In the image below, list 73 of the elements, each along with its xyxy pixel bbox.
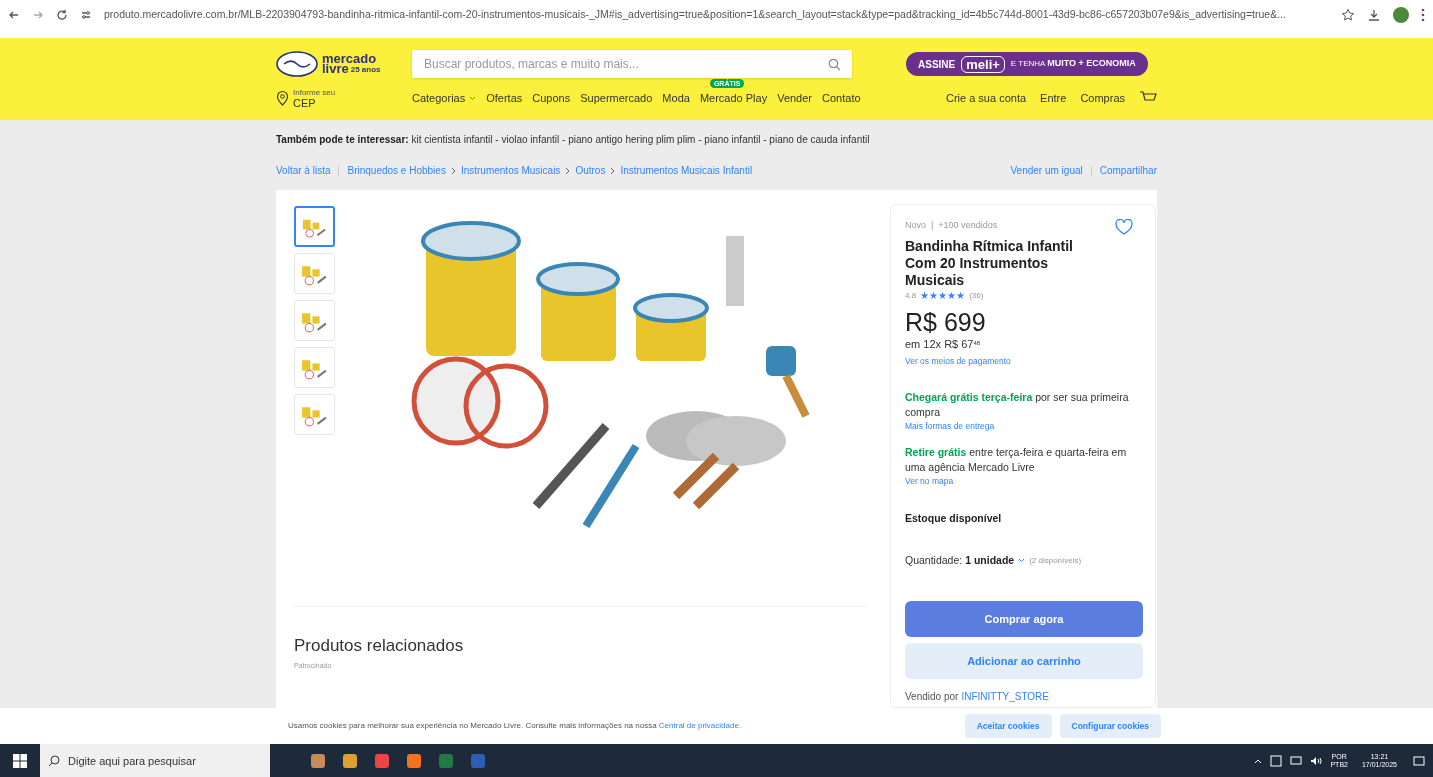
section-heading: Produtos relacionados <box>294 635 465 657</box>
buy-now-button[interactable]: Comprar agora <box>905 600 1143 637</box>
menu-icon[interactable] <box>1421 8 1425 22</box>
nav-link[interactable]: Contato <box>822 89 861 107</box>
chevron-right-icon <box>610 166 616 175</box>
download-icon[interactable] <box>1367 8 1381 22</box>
account-link[interactable]: Crie a sua conta <box>945 89 1027 107</box>
seller-link[interactable]: INFINITTY_STORE <box>961 688 1049 704</box>
reload-icon[interactable] <box>56 9 68 21</box>
payment-methods-link[interactable]: Ver os meios de pagamento <box>905 355 1141 368</box>
price: R$ 699 <box>905 307 987 336</box>
location-selector[interactable]: Informe seu CEP <box>276 88 412 108</box>
seller-label: Vendido por <box>905 689 959 704</box>
chevron-right-icon <box>565 166 571 175</box>
anniversary-label: 25 anos <box>350 65 381 74</box>
star-icon: ★ <box>920 290 930 301</box>
rating-value: 4.8 <box>905 289 917 302</box>
nav-link[interactable]: Cupons <box>532 89 571 107</box>
promo-text: E TENHA MUITO + ECONOMIA <box>1010 57 1136 71</box>
nav-link[interactable]: Moda <box>662 89 690 107</box>
taskbar-search-field[interactable]: Digite aqui para pesquisar <box>68 744 270 777</box>
caret-icon <box>1018 558 1026 564</box>
location-label: Informe seu <box>293 88 336 98</box>
profile-avatar-icon[interactable] <box>1393 7 1409 23</box>
review-count: (36) <box>969 289 984 302</box>
location-label: CEP <box>293 98 317 108</box>
meli-plus-logo: meli+ <box>961 55 1005 73</box>
quantity-selector[interactable]: Quantidade: 1 unidade <box>905 553 1026 569</box>
logo-text: mercado <box>322 54 378 64</box>
thumbnail[interactable] <box>294 206 335 247</box>
nav-link[interactable]: Vender <box>777 89 813 107</box>
logo-text: livre <box>322 64 349 74</box>
installments-text: em 12x R$ 67$^{48}$ <box>905 336 982 352</box>
shipping-text: Retire grátis entre terça-feira e quarta-feira em uma agência Mercado Livre <box>905 444 1128 475</box>
privacy-link[interactable]: Central de privacidade. <box>658 721 742 730</box>
search-field[interactable]: Buscar produtos, marcas e muito mais... <box>412 50 817 78</box>
promo-text: ASSINE <box>918 57 956 72</box>
star-icon: ★ <box>947 290 957 301</box>
account-link[interactable]: Entre <box>1040 89 1067 107</box>
back-icon[interactable] <box>8 9 20 21</box>
start-icon[interactable] <box>13 753 27 768</box>
location-pin-icon <box>276 90 289 106</box>
cookie-notice-text: Usamos cookies para melhorar sua experiência no Mercado Livre. Consulte mais informações na nossa Central de privacidade. <box>288 720 742 732</box>
star-icon: ★ <box>929 290 939 301</box>
star-icon: ★ <box>938 290 948 301</box>
heart-icon[interactable] <box>1115 219 1133 235</box>
nav-link[interactable]: Ofertas <box>486 89 523 107</box>
caret-icon <box>469 95 477 101</box>
search-icon <box>48 754 60 767</box>
star-icon: ★ <box>956 290 966 301</box>
speaker-icon[interactable] <box>1310 755 1323 766</box>
search-button[interactable] <box>817 50 852 78</box>
shipping-link[interactable]: Ver no mapa <box>905 474 1141 488</box>
shipping-link[interactable]: Mais formas de entrega <box>905 419 1141 433</box>
taskbar-search-button[interactable] <box>40 744 68 777</box>
chevron-right-icon <box>450 166 456 175</box>
condition-label: Novo | +100 vendidos <box>905 219 999 232</box>
account-link[interactable]: Compras <box>1080 89 1125 107</box>
search-icon <box>828 57 841 71</box>
subscription-banner[interactable]: ASSINE meli+ E TENHA MUITO + ECONOMIA <box>906 52 1148 76</box>
tray-app-icon[interactable] <box>1270 754 1283 767</box>
shipping-text: Chegará grátis terça-feira por ser sua primeira compra <box>905 389 1130 420</box>
availability-label: (2 disponíveis) <box>1029 554 1082 567</box>
related-searches-text: Também pode te interessar: kit cientista infantil - violao infantil - piano antigo hering plim plim - piano infantil - piano de cauda infantil <box>276 133 871 147</box>
nav-link[interactable]: Supermercado <box>580 89 653 107</box>
product-title: Bandinha Rítmica Infantil Com 20 Instrumentos Musicais <box>905 237 1074 289</box>
site-settings-icon[interactable] <box>80 9 92 21</box>
nav-link[interactable]: Mercado Play <box>699 89 768 107</box>
chevron-up-icon[interactable] <box>1254 757 1263 764</box>
logo[interactable]: mercado livre 25 anos <box>276 51 378 77</box>
stock-label: Estoque disponível <box>905 511 1003 527</box>
bookmark-star-icon[interactable] <box>1341 8 1355 22</box>
nav-link[interactable]: Categorias <box>412 89 477 107</box>
